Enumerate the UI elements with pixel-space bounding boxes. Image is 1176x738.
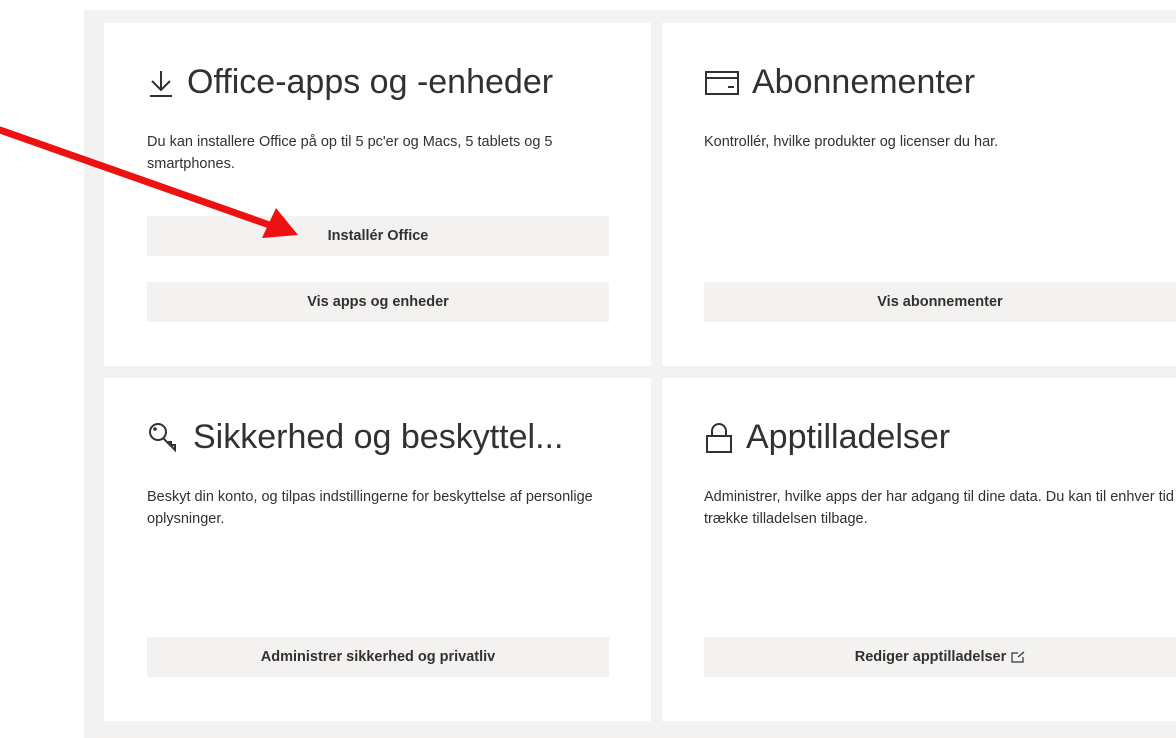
security-title-text: Sikkerhed og beskyttel... (193, 418, 564, 456)
security-card: Sikkerhed og beskyttel... Beskyt din kon… (104, 378, 651, 721)
view-subscriptions-button[interactable]: Vis abonnementer (704, 282, 1176, 322)
manage-security-privacy-button[interactable]: Administrer sikkerhed og privatliv (147, 637, 609, 677)
security-description: Beskyt din konto, og tilpas indstillinge… (147, 489, 593, 527)
view-apps-devices-button[interactable]: Vis apps og enheder (147, 282, 609, 322)
subscriptions-card: Abonnementer Kontrollér, hvilke produkte… (662, 23, 1176, 366)
office-apps-title-text: Office-apps og -enheder (187, 63, 554, 101)
office-apps-card: Office-apps og -enheder Du kan installer… (104, 23, 651, 366)
download-icon (147, 67, 175, 99)
app-permissions-description: Administrer, hvilke apps der har adgang … (704, 489, 1174, 527)
lock-icon (704, 421, 734, 455)
subscriptions-title: Abonnementer (704, 63, 975, 102)
app-permissions-title-text: Apptilladelser (746, 418, 951, 456)
security-title: Sikkerhed og beskyttel... (147, 418, 563, 457)
office-apps-title: Office-apps og -enheder (147, 63, 553, 102)
key-icon (147, 421, 181, 455)
edit-app-permissions-button[interactable]: Rediger apptilladelser (704, 637, 1176, 677)
app-permissions-title: Apptilladelser (704, 418, 950, 457)
external-link-icon (1011, 651, 1025, 663)
office-apps-description: Du kan installere Office på op til 5 pc'… (147, 134, 553, 172)
card-icon (704, 69, 740, 97)
subscriptions-title-text: Abonnementer (752, 63, 976, 101)
install-office-button[interactable]: Installér Office (147, 216, 609, 256)
subscriptions-description: Kontrollér, hvilke produkter og licenser… (704, 134, 999, 150)
app-permissions-card: Apptilladelser Administrer, hvilke apps … (662, 378, 1176, 721)
edit-app-permissions-label: Rediger apptilladelser (854, 649, 1007, 665)
